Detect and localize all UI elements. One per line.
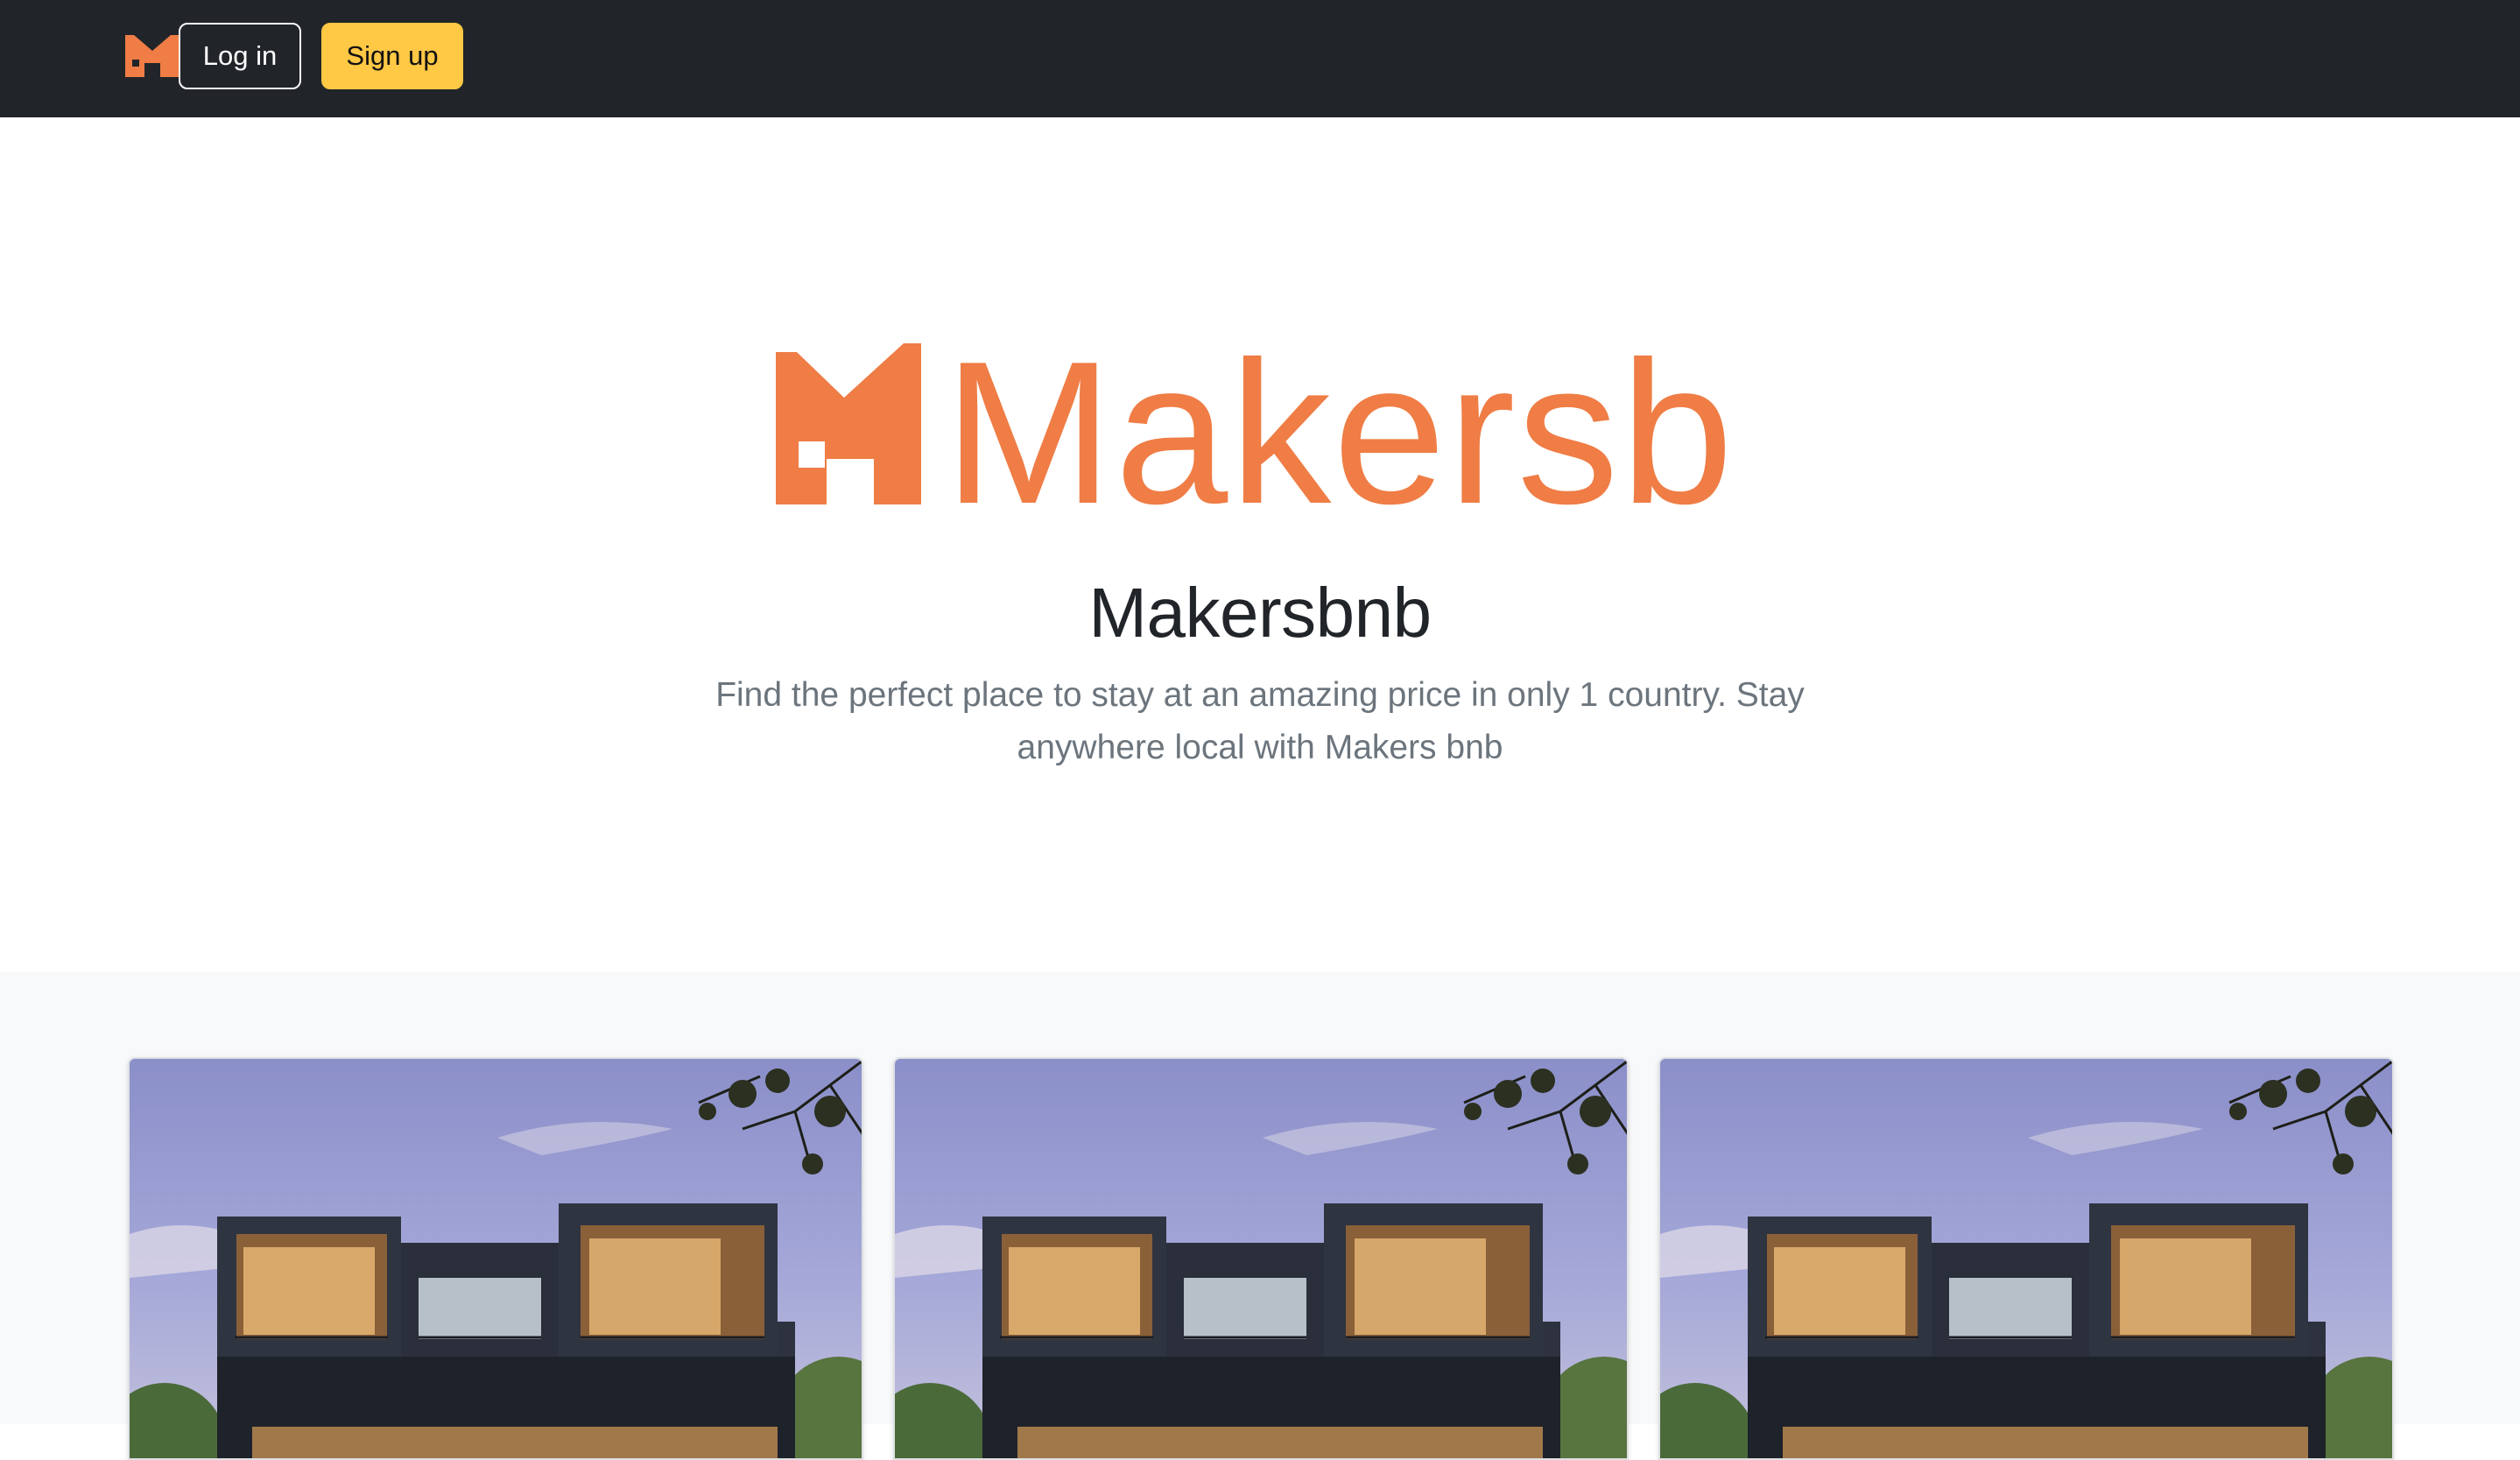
listing-image[interactable] <box>1660 1059 2394 1460</box>
listing-image[interactable] <box>895 1059 1629 1460</box>
login-button[interactable]: Log in <box>179 23 301 89</box>
listing-card[interactable] <box>893 1057 1629 1460</box>
makersbnb-wordmark-logo: Makersbnb <box>776 336 1725 511</box>
listings-section <box>0 972 2520 1460</box>
signup-button[interactable]: Sign up <box>321 23 463 89</box>
makersbnb-logo-icon[interactable] <box>125 33 179 77</box>
logo-wordmark-text: Makersbnb <box>944 336 1725 511</box>
listing-image[interactable] <box>130 1059 863 1460</box>
page-title: Makersbnb <box>1088 574 1432 652</box>
hero-section: Makersbnb Makersbnb Find the perfect pla… <box>0 117 2520 972</box>
listing-card[interactable] <box>1658 1057 2394 1460</box>
top-navbar: Log in Sign up <box>0 0 2520 117</box>
listing-card[interactable] <box>128 1057 863 1460</box>
hero-description: Find the perfect place to stay at an ama… <box>715 676 1805 766</box>
